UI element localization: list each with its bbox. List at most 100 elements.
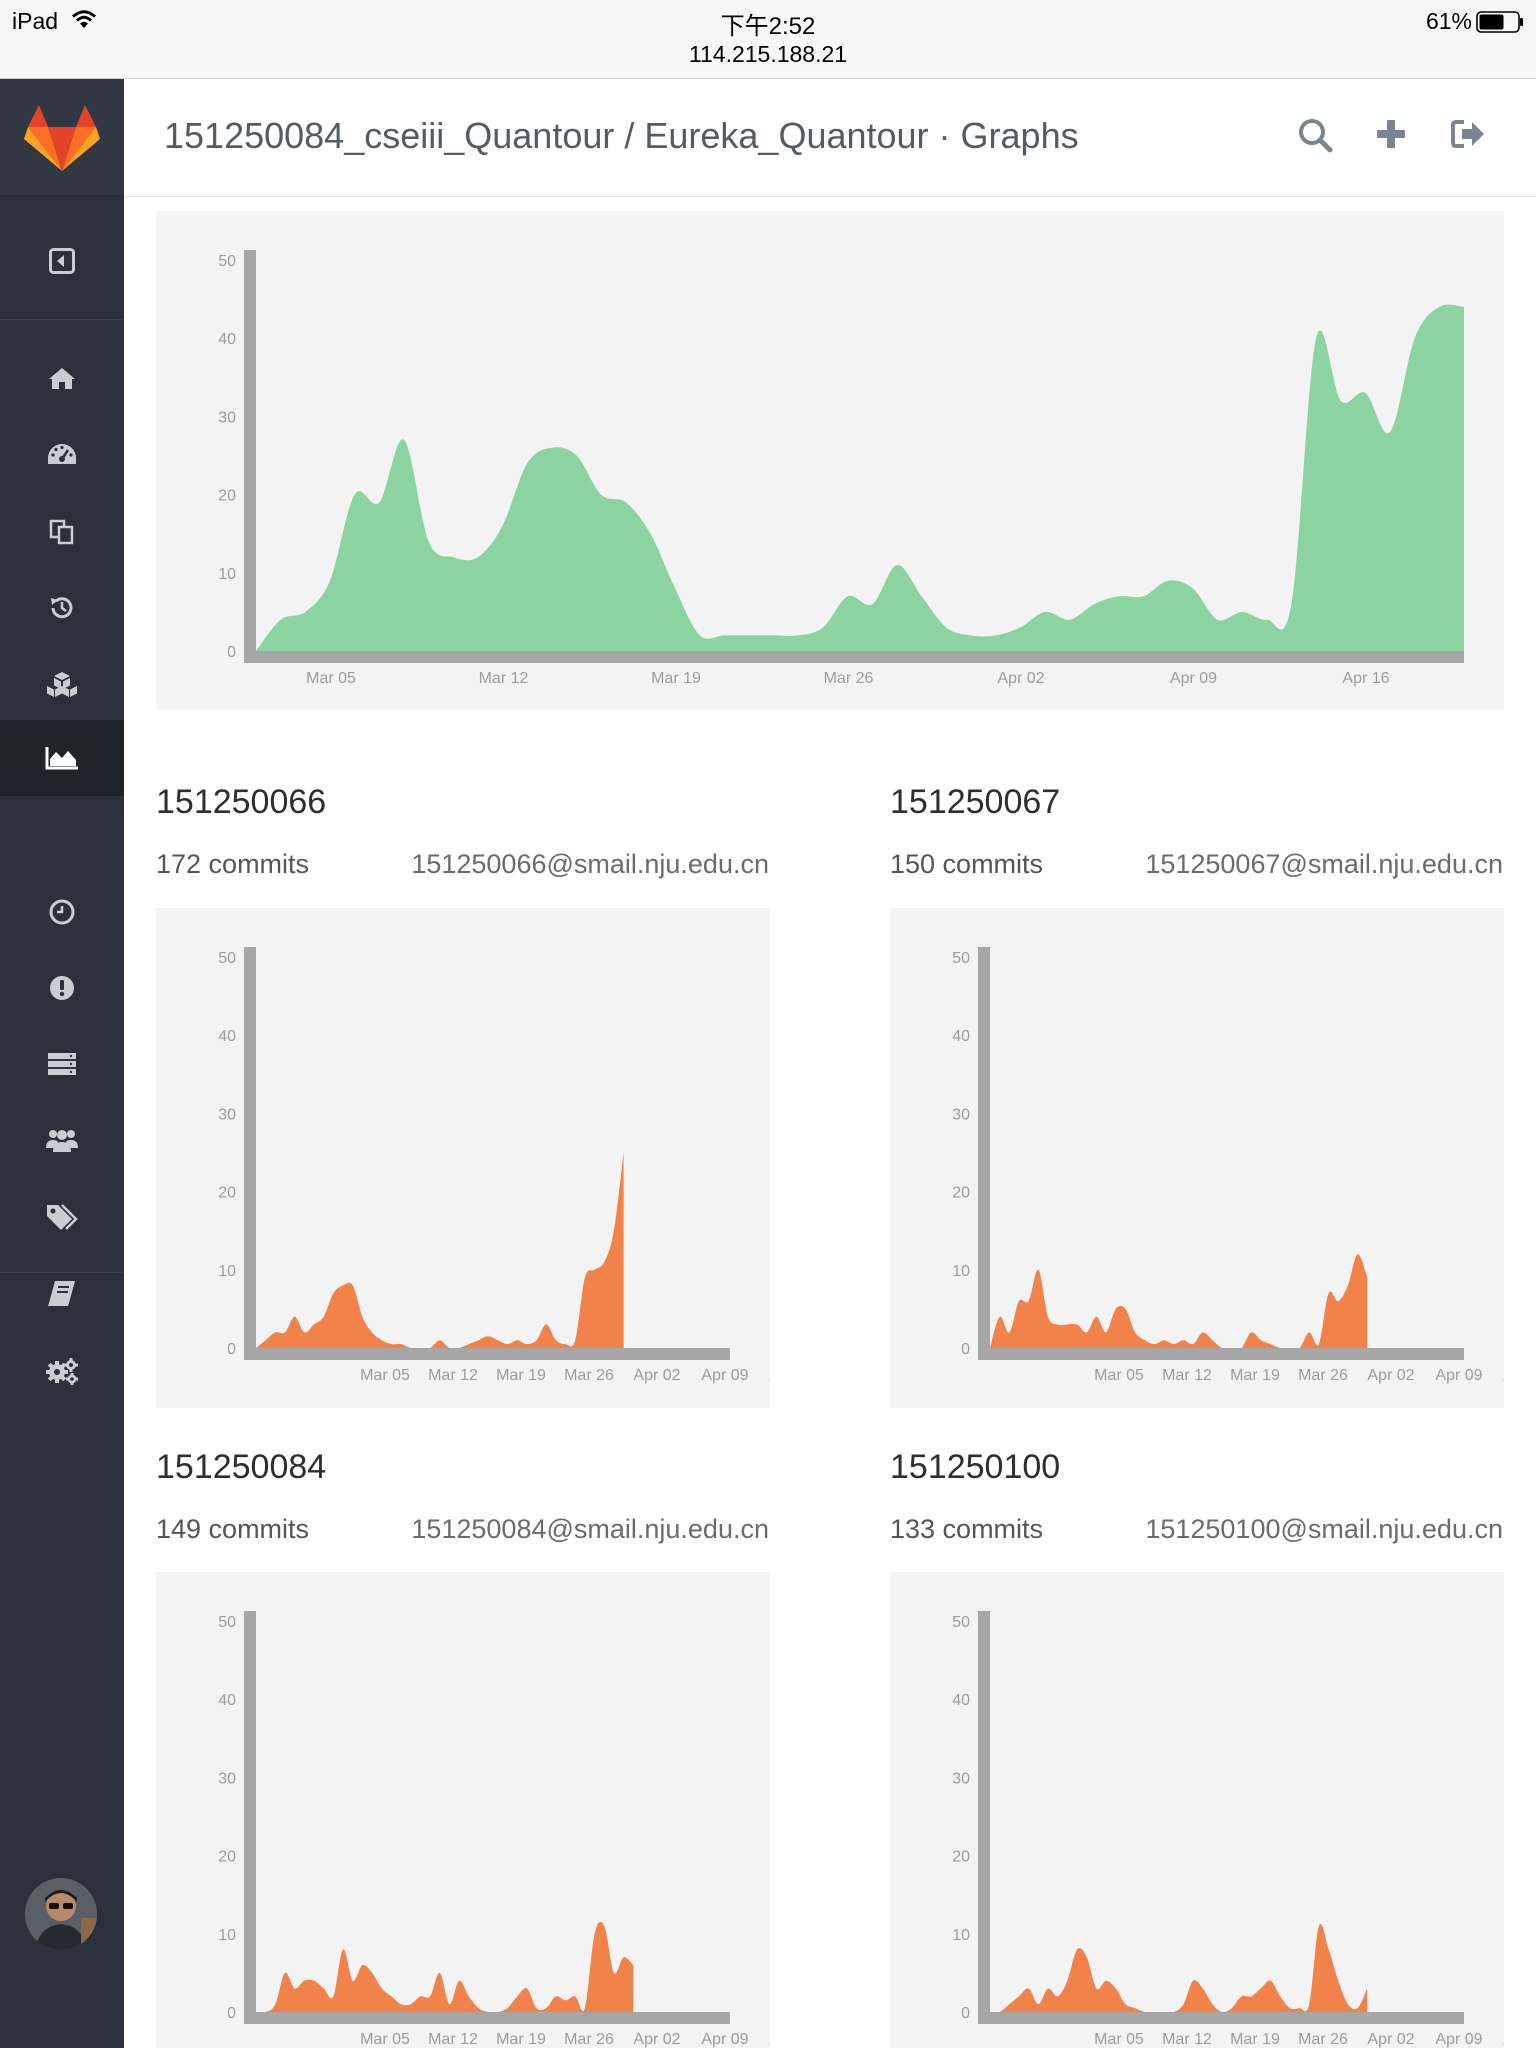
x-tick-label: Mar 26 [1298,1367,1348,1384]
y-tick-label: 50 [218,950,236,967]
y-tick-label: 40 [218,1692,236,1709]
y-axis-line [244,1611,256,2024]
y-tick-label: 0 [961,1341,970,1358]
y-tick-label: 20 [218,1185,236,1202]
x-axis-line [244,651,1464,663]
sidebar-item-members[interactable] [0,1102,124,1178]
series-area [256,1921,634,2013]
sidebar-item-issues[interactable] [0,950,124,1026]
y-tick-label: 0 [227,644,236,661]
contributor-name: 151250067 [890,783,1061,821]
url-bar[interactable]: 114.215.188.21 [0,41,1536,68]
sidebar-collapse-button[interactable] [0,223,124,299]
list-icon [48,1053,76,1075]
x-tick-label: Apr 16 [1503,1367,1504,1384]
x-tick-label: Apr 09 [1435,2031,1482,2048]
y-tick-label: 30 [218,1106,236,1123]
y-tick-label: 0 [961,2005,970,2022]
x-tick-label: Mar 19 [1230,1367,1280,1384]
gitlab-logo-icon [24,105,100,171]
sidebar-item-tags[interactable] [0,1179,124,1255]
y-tick-label: 20 [952,1849,970,1866]
contributor-graph: 0 10 20 30 40 50 Mar 05 Mar 12 Mar 19 Mar 26 Apr 0… [156,1572,770,2048]
sidebar-item-home[interactable] [0,340,124,416]
page-title[interactable]: 151250084_cseiii_Quantour / Eureka_Quant… [164,115,1079,157]
x-tick-label: Mar 05 [306,670,356,687]
x-tick-label: Apr 16 [769,2031,770,2048]
x-tick-label: Apr 02 [633,1367,680,1384]
sign-out-icon[interactable] [1450,117,1486,151]
wiki-icon [48,1281,75,1306]
x-tick-label: Mar 05 [360,1367,410,1384]
contributor-email[interactable]: 151250100@smail.nju.edu.cn [1145,1514,1503,1545]
contributor-graph: 0 10 20 30 40 50 Mar 05 Mar 12 Mar 19 Mar 26 Apr 0… [890,908,1504,1408]
contributor-area-chart: 0 10 20 30 40 50 Mar 05 Mar 12 Mar 19 Mar 26 Apr 0… [218,947,770,1384]
y-axis-line [244,250,256,663]
y-tick-label: 40 [218,1028,236,1045]
contributor-name: 151250084 [156,1448,327,1486]
graphs-icon [45,747,78,770]
series-area [990,1923,1368,2013]
sidebar-item-settings[interactable] [0,1333,124,1409]
sidebar-item-dashboard[interactable] [0,417,124,493]
issues-icon [50,976,74,1000]
x-tick-label: Apr 09 [1170,670,1217,687]
x-tick-label: Mar 19 [496,2031,546,2048]
battery-icon [1476,11,1523,33]
tags-icon [47,1204,78,1230]
series-area [990,1254,1368,1350]
contributor-name: 151250100 [890,1448,1061,1486]
y-tick-label: 10 [952,1263,970,1280]
plus-icon[interactable] [1374,117,1408,151]
series-area [256,304,1464,651]
y-tick-label: 40 [952,1028,970,1045]
page-header: 151250084_cseiii_Quantour / Eureka_Quant… [124,79,1536,197]
contributor-email[interactable]: 151250067@smail.nju.edu.cn [1145,849,1503,880]
contributor-commits: 172 commits [156,849,310,879]
series-area [256,1152,624,1349]
contributor-email[interactable]: 151250066@smail.nju.edu.cn [411,849,769,880]
y-tick-label: 10 [952,1927,970,1944]
sidebar-item-list[interactable] [0,1026,124,1102]
members-icon [46,1130,78,1152]
contributor-email[interactable]: 151250084@smail.nju.edu.cn [411,1514,769,1545]
sidebar-item-wiki[interactable] [0,1255,124,1331]
contributor-area-chart: 0 10 20 30 40 50 Mar 05 Mar 12 Mar 19 Mar 26 Apr 0… [218,1611,770,2048]
contributor-commits: 150 commits [890,849,1044,879]
y-tick-label: 40 [218,331,236,348]
sidebar-item-network[interactable] [0,646,124,722]
x-axis-line [978,2012,1464,2024]
x-tick-label: Mar 12 [479,670,529,687]
y-tick-label: 0 [227,1341,236,1358]
x-tick-label: Mar 26 [1298,2031,1348,2048]
x-axis-line [244,1348,730,1360]
x-tick-label: Mar 05 [360,2031,410,2048]
sidebar-divider [0,1272,124,1273]
contributor-graph: 0 10 20 30 40 50 Mar 05 Mar 12 Mar 19 Mar 26 Apr 0… [156,908,770,1408]
x-axis-line [244,2012,730,2024]
home-icon [49,368,75,389]
gitlab-logo[interactable] [0,79,124,195]
contributor-area-chart: 0 10 20 30 40 50 Mar 05 Mar 12 Mar 19 Mar 26 Apr 0… [952,947,1504,1384]
contributor-area-chart: 0 10 20 30 40 50 Mar 05 Mar 12 Mar 19 Mar 26 Apr 0… [952,1611,1504,2048]
x-tick-label: Mar 12 [428,1367,478,1384]
x-tick-label: Mar 05 [1094,1367,1144,1384]
search-icon[interactable] [1297,117,1333,153]
battery-percentage: 61% [1425,8,1472,34]
y-tick-label: 30 [218,1770,236,1787]
sidebar-item-files[interactable] [0,494,124,570]
clock-icon [49,899,75,925]
y-tick-label: 30 [218,409,236,426]
sidebar-item-history[interactable] [0,570,124,646]
user-avatar[interactable] [25,1878,97,1950]
sidebar-item-clock[interactable] [0,874,124,950]
x-tick-label: Mar 19 [496,1367,546,1384]
x-tick-label: Apr 16 [769,1367,770,1384]
x-tick-label: Apr 09 [1435,1367,1482,1384]
sidebar-item-graphs[interactable] [0,720,124,796]
x-tick-label: Mar 19 [1230,2031,1280,2048]
y-tick-label: 20 [218,1849,236,1866]
y-tick-label: 10 [218,566,236,583]
x-tick-label: Apr 16 [1342,670,1389,687]
y-tick-label: 50 [218,1614,236,1631]
